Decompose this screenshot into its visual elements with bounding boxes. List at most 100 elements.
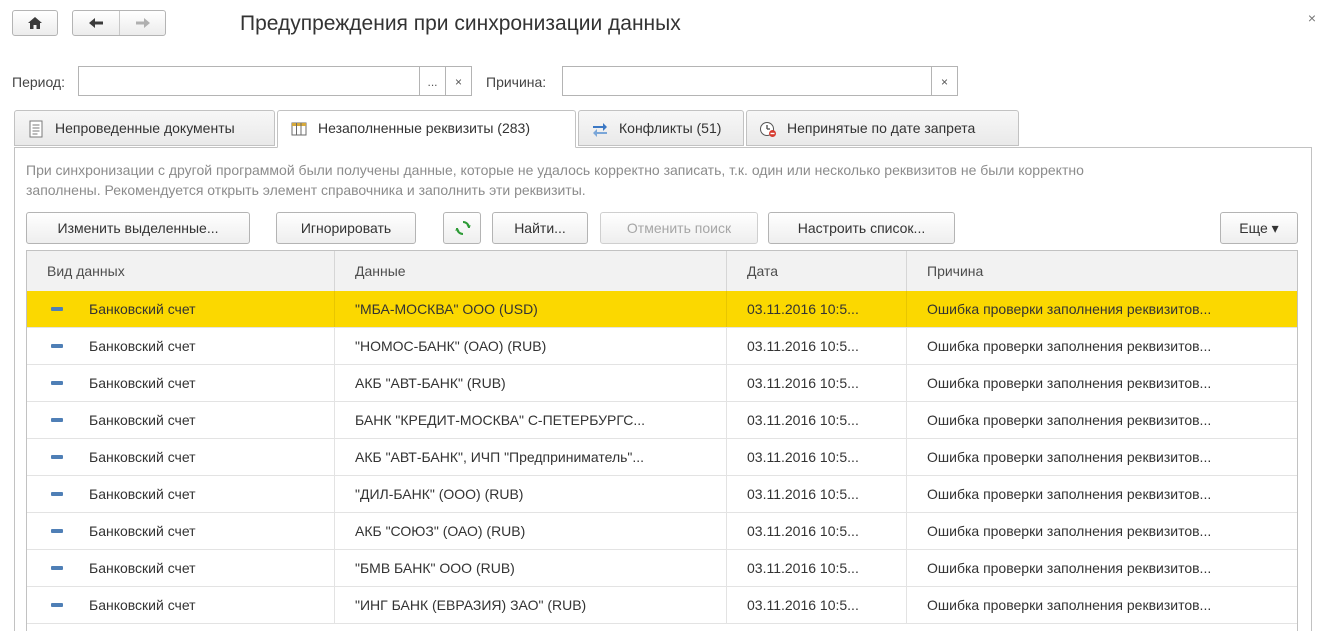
bank-account-icon: [51, 566, 63, 570]
cell-date: 03.11.2016 10:5...: [727, 328, 907, 364]
refresh-icon: [455, 221, 471, 235]
document-icon: [29, 120, 43, 138]
cell-date: 03.11.2016 10:5...: [727, 291, 907, 327]
cell-type-text: Банковский счет: [89, 338, 196, 354]
find-button[interactable]: Найти...: [492, 212, 588, 244]
cell-reason: Ошибка проверки заполнения реквизитов...: [927, 560, 1212, 576]
period-select-button[interactable]: ...: [420, 66, 446, 96]
arrow-left-icon: [89, 18, 103, 28]
cell-type: Банковский счет: [27, 439, 335, 475]
period-field[interactable]: [78, 66, 420, 96]
bank-account-icon: [51, 381, 63, 385]
reason-clear-button[interactable]: ×: [932, 66, 958, 96]
bank-account-icon: [51, 529, 63, 533]
tab-label: Непроведенные документы: [55, 120, 235, 136]
cell-reason: Ошибка проверки заполнения реквизитов...: [927, 412, 1212, 428]
tab-rejected-by-date[interactable]: Непринятые по дате запрета: [746, 110, 1019, 146]
cell-date: 03.11.2016 10:5...: [727, 365, 907, 401]
page-title: Предупреждения при синхронизации данных: [240, 12, 681, 35]
cell-date: 03.11.2016 10:5...: [727, 476, 907, 512]
column-header-type[interactable]: Вид данных: [27, 251, 335, 291]
table-row[interactable]: Банковский счет БАНК "КРЕДИТ-МОСКВА" С-ПЕ…: [27, 402, 1297, 439]
table-row[interactable]: Банковский счет "МБА-МОСКВА" ООО (USD) 03.…: [27, 291, 1297, 328]
reason-label: Причина:: [486, 74, 547, 90]
bank-account-icon: [51, 418, 63, 422]
bank-account-icon: [51, 455, 63, 459]
cell-reason: Ошибка проверки заполнения реквизитов...: [927, 449, 1212, 465]
configure-list-button[interactable]: Настроить список...: [768, 212, 955, 244]
cell-type: Банковский счет: [27, 402, 335, 438]
cell-date: 03.11.2016 10:5...: [727, 513, 907, 549]
cell-type-text: Банковский счет: [89, 301, 196, 317]
tab-conflicts[interactable]: Конфликты (51): [578, 110, 744, 146]
cell-type: Банковский счет: [27, 550, 335, 586]
cell-data: "ДИЛ-БАНК" (ООО) (RUB): [335, 476, 727, 512]
cancel-search-button[interactable]: Отменить поиск: [600, 212, 758, 244]
tab-label: Конфликты (51): [619, 120, 722, 136]
cell-reason: Ошибка проверки заполнения реквизитов...: [927, 375, 1212, 391]
tab-unposted-documents[interactable]: Непроведенные документы: [14, 110, 275, 146]
bank-account-icon: [51, 492, 63, 496]
table-header: Вид данных Данные Дата Причина: [27, 251, 1297, 292]
sync-conflict-icon: [593, 123, 607, 137]
clock-forbidden-icon: [760, 122, 776, 137]
back-button[interactable]: [73, 11, 120, 35]
cell-type-text: Банковский счет: [89, 375, 196, 391]
cell-data: "БМВ БАНК" ООО (RUB): [335, 550, 727, 586]
cell-type-text: Банковский счет: [89, 486, 196, 502]
forward-button[interactable]: [120, 11, 166, 35]
cell-data: "НОМОС-БАНК" (ОАО) (RUB): [335, 328, 727, 364]
table-row[interactable]: Банковский счет "ИНГ БАНК (ЕВРАЗИЯ) ЗАО" …: [27, 587, 1297, 624]
hint-text: При синхронизации с другой программой бы…: [26, 162, 1084, 198]
bank-account-icon: [51, 603, 63, 607]
cell-date: 03.11.2016 10:5...: [727, 550, 907, 586]
cell-type: Банковский счет: [27, 291, 335, 327]
reason-field[interactable]: [562, 66, 932, 96]
table-row[interactable]: Банковский счет АКБ "СОЮЗ" (ОАО) (RUB) 03.…: [27, 513, 1297, 550]
cell-type-text: Банковский счет: [89, 597, 196, 613]
cell-type-text: Банковский счет: [89, 560, 196, 576]
cell-reason: Ошибка проверки заполнения реквизитов...: [927, 597, 1212, 613]
history-nav-group: [72, 10, 166, 36]
column-header-date[interactable]: Дата: [727, 251, 907, 291]
arrow-right-icon: [136, 18, 150, 28]
table-row[interactable]: Банковский счет "БМВ БАНК" ООО (RUB) 03.11…: [27, 550, 1297, 587]
cell-type: Банковский счет: [27, 513, 335, 549]
tab-label: Непринятые по дате запрета: [787, 120, 976, 136]
table-row[interactable]: Банковский счет АКБ "АВТ-БАНК", ИЧП "Пред…: [27, 439, 1297, 476]
cell-reason: Ошибка проверки заполнения реквизитов...: [927, 338, 1212, 354]
cell-data: АКБ "АВТ-БАНК" (RUB): [335, 365, 727, 401]
cell-type: Банковский счет: [27, 476, 335, 512]
column-header-data[interactable]: Данные: [335, 251, 727, 291]
cell-reason: Ошибка проверки заполнения реквизитов...: [927, 486, 1212, 502]
cell-date: 03.11.2016 10:5...: [727, 439, 907, 475]
ignore-button[interactable]: Игнорировать: [276, 212, 416, 244]
home-icon: [28, 17, 42, 29]
cell-type-text: Банковский счет: [89, 449, 196, 465]
tab-label: Незаполненные реквизиты (283): [318, 120, 530, 136]
change-selected-button[interactable]: Изменить выделенные...: [26, 212, 250, 244]
cell-data: БАНК "КРЕДИТ-МОСКВА" С-ПЕТЕРБУРГС...: [335, 402, 727, 438]
bank-account-icon: [51, 307, 63, 311]
table-columns-icon: [291, 122, 307, 136]
cell-type: Банковский счет: [27, 365, 335, 401]
cell-type-text: Банковский счет: [89, 523, 196, 539]
table-row[interactable]: Банковский счет "ДИЛ-БАНК" (ООО) (RUB) 03.…: [27, 476, 1297, 513]
refresh-button[interactable]: [443, 212, 481, 244]
cell-data: "ИНГ БАНК (ЕВРАЗИЯ) ЗАО" (RUB): [335, 587, 727, 623]
home-button[interactable]: [12, 10, 58, 36]
tab-unfilled-attributes[interactable]: Незаполненные реквизиты (283): [277, 110, 576, 148]
column-header-reason[interactable]: Причина: [907, 251, 1297, 291]
cell-data: АКБ "АВТ-БАНК", ИЧП "Предприниматель"...: [335, 439, 727, 475]
table-row[interactable]: Банковский счет АКБ "АВТ-БАНК" (RUB) 03.11…: [27, 365, 1297, 402]
more-button[interactable]: Еще ▾: [1220, 212, 1298, 244]
period-clear-button[interactable]: ×: [446, 66, 472, 96]
close-icon[interactable]: ×: [1308, 10, 1316, 26]
table-row[interactable]: Банковский счет "НОМОС-БАНК" (ОАО) (RUB) 0…: [27, 328, 1297, 365]
cell-data: "МБА-МОСКВА" ООО (USD): [335, 291, 727, 327]
cell-date: 03.11.2016 10:5...: [727, 587, 907, 623]
cell-data: АКБ "СОЮЗ" (ОАО) (RUB): [335, 513, 727, 549]
cell-reason: Ошибка проверки заполнения реквизитов...: [927, 523, 1212, 539]
cell-type: Банковский счет: [27, 328, 335, 364]
bank-account-icon: [51, 344, 63, 348]
